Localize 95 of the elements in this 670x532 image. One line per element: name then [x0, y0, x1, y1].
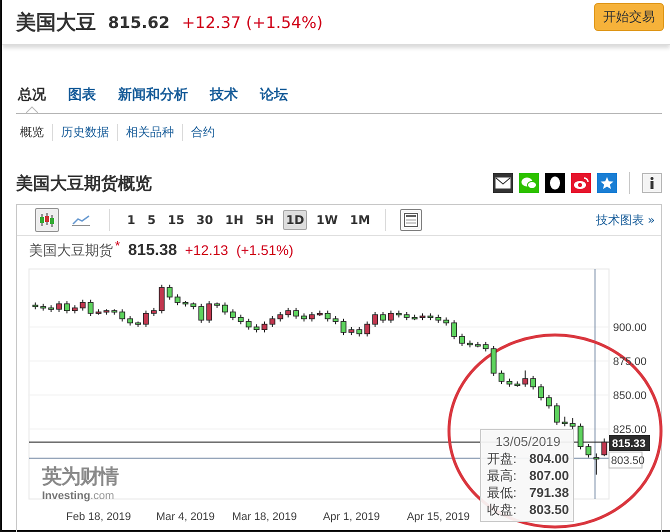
candlestick: [64, 300, 70, 314]
axis-label: Feb 18, 2019: [66, 511, 131, 523]
crosshair-tag: 803.50: [608, 452, 645, 468]
candlestick: [388, 310, 394, 324]
axis-label: 850.00: [613, 390, 647, 402]
candlestick: [262, 321, 268, 333]
nav-tab[interactable]: 总况: [16, 86, 48, 113]
quote-change: +12.13: [185, 242, 228, 258]
candlestick: [364, 321, 370, 337]
candlestick: [166, 284, 173, 300]
section-title: 美国大豆期货概览: [16, 172, 153, 194]
candlestick: [80, 299, 86, 312]
candlestick: [143, 310, 149, 328]
last-price: 815.62: [108, 12, 170, 32]
candlestick: [372, 311, 378, 328]
instrument-title: 美国大豆: [16, 8, 96, 36]
nav-tab[interactable]: 图表: [66, 86, 98, 113]
nav-tab[interactable]: 论坛: [258, 86, 290, 113]
axis-label: Apr 1, 2019: [322, 511, 380, 523]
candlestick: [198, 303, 204, 324]
price-tag: 815.33: [609, 435, 650, 451]
quote-price: 815.38: [128, 242, 177, 260]
tooltip-value: 803.50: [529, 501, 569, 518]
candlestick: [530, 375, 536, 390]
tooltip-value: 791.38: [529, 484, 569, 501]
technical-chart-link[interactable]: 技术图表 »: [596, 212, 655, 228]
candlestick: [222, 302, 228, 316]
timeframe-button[interactable]: 30: [193, 210, 216, 230]
candlestick: [119, 308, 126, 322]
tooltip-value: 804.00: [529, 450, 569, 467]
candlestick-icon[interactable]: [35, 208, 59, 232]
candlestick: [459, 333, 465, 346]
sub-tab[interactable]: 相关品种: [117, 124, 182, 140]
tooltip-label: 最低:: [487, 484, 517, 501]
candlestick: [601, 438, 608, 457]
trade-button[interactable]: 开始交易: [594, 3, 664, 31]
quote-change-percent: (+1.51%): [236, 242, 294, 258]
candlestick: [230, 308, 236, 321]
candlestick: [593, 452, 600, 476]
candlestick: [269, 316, 276, 328]
tooltip-label: 开盘:: [487, 450, 517, 467]
tooltip-value: 807.00: [529, 467, 569, 484]
candlestick: [158, 284, 165, 314]
mail-icon[interactable]: [493, 173, 513, 193]
delay-marker: *: [115, 238, 120, 253]
candlestick: [324, 310, 331, 322]
candlestick: [293, 307, 299, 320]
timeframe-button[interactable]: 1D: [282, 210, 308, 230]
sub-tab[interactable]: 历史数据: [52, 124, 117, 140]
table-icon[interactable]: [400, 209, 422, 231]
sub-tab[interactable]: 概览: [16, 124, 52, 140]
candlestick: [174, 294, 180, 306]
timeframe-button[interactable]: 1: [124, 210, 138, 230]
axis-label: 900.00: [613, 322, 647, 334]
candlestick: [554, 402, 560, 426]
logo-wordmark: 英为财情: [42, 463, 118, 490]
timeframe-button[interactable]: 5H: [252, 210, 277, 230]
tooltip-label: 收盘:: [487, 501, 517, 518]
candlestick: [538, 384, 544, 401]
timeframe-button[interactable]: 1H: [222, 210, 247, 230]
axis-label: Mar 18, 2019: [232, 511, 297, 523]
timeframe-button[interactable]: 15: [164, 210, 188, 230]
candlestick: [238, 314, 244, 325]
nav-tab[interactable]: 技术: [208, 86, 240, 113]
candlestick: [56, 300, 62, 312]
candlestick: [340, 318, 346, 336]
price-change: +12.37 (+1.54%): [182, 12, 323, 32]
candlestick: [586, 443, 592, 458]
candlestick: [380, 311, 386, 324]
timeframe-button[interactable]: 5: [144, 210, 159, 230]
nav-tab[interactable]: 新闻和分析: [116, 86, 190, 113]
candlestick: [246, 318, 252, 330]
candlestick: [498, 370, 504, 385]
candlestick: [546, 394, 552, 410]
candlestick: [308, 311, 315, 322]
candlestick: [451, 320, 458, 340]
tooltip-date: 13/05/2019: [494, 434, 562, 449]
candlestick: [127, 316, 134, 326]
candlestick: [482, 341, 489, 352]
candlestick: [570, 418, 576, 430]
axis-label: Apr 15, 2019: [406, 511, 470, 523]
timeframe-button[interactable]: 1M: [346, 210, 374, 230]
axis-label: Mar 4, 2019: [156, 511, 215, 523]
candlestick: [88, 299, 94, 317]
candlestick: [578, 423, 584, 450]
quote-name: 美国大豆期货: [29, 242, 113, 260]
candlestick: [285, 307, 292, 318]
timeframe-button[interactable]: 1W: [313, 210, 341, 230]
candlestick: [206, 300, 212, 324]
tooltip-label: 最高:: [487, 467, 517, 484]
logo-site: Investing.com: [42, 490, 116, 502]
axis-label: 825.00: [613, 424, 647, 436]
candlestick: [522, 370, 528, 388]
sub-tab[interactable]: 合约: [182, 124, 223, 140]
info-icon[interactable]: [642, 173, 662, 193]
